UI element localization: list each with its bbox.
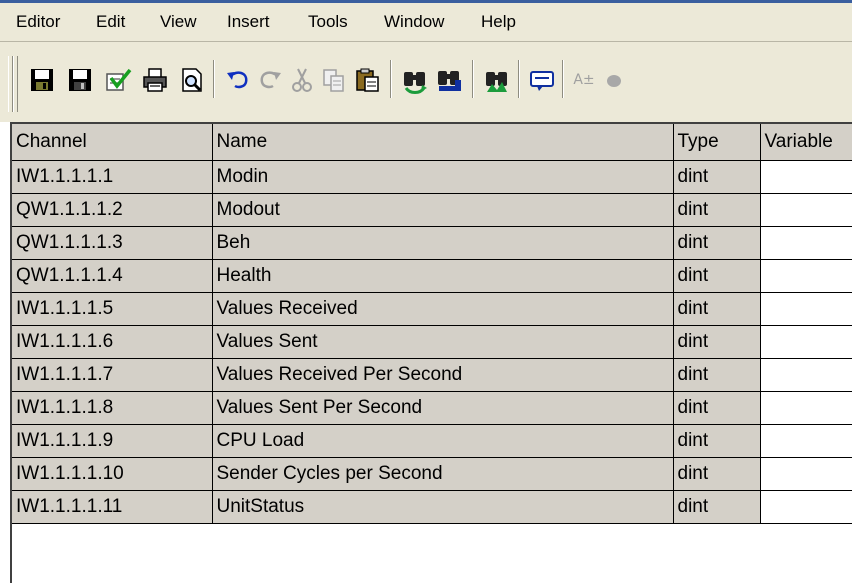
type-cell[interactable]: dint [673, 457, 761, 491]
type-cell[interactable]: dint [673, 292, 761, 326]
column-header-channel[interactable]: Channel [12, 124, 213, 161]
name-cell[interactable]: CPU Load [212, 424, 674, 458]
type-cell[interactable]: dint [673, 193, 761, 227]
table-row[interactable]: IW1.1.1.1.1 Modin dint [12, 160, 852, 194]
name-cell[interactable]: Values Received [212, 292, 674, 326]
variable-cell[interactable] [760, 160, 852, 194]
table-row[interactable]: IW1.1.1.1.9 CPU Load dint [12, 424, 852, 458]
channel-cell[interactable]: IW1.1.1.1.7 [12, 358, 213, 392]
menu-help[interactable]: Help [481, 11, 516, 33]
menu-window[interactable]: Window [384, 11, 444, 33]
redo-icon[interactable] [254, 64, 286, 96]
find-icon[interactable] [399, 64, 431, 96]
name-cell[interactable]: UnitStatus [212, 490, 674, 524]
name-cell[interactable]: Health [212, 259, 674, 293]
menu-editor[interactable]: Editor [16, 11, 60, 33]
channel-cell[interactable]: QW1.1.1.1.3 [12, 226, 213, 260]
channel-cell[interactable]: IW1.1.1.1.6 [12, 325, 213, 359]
type-cell[interactable]: dint [673, 259, 761, 293]
bullet-icon[interactable] [598, 64, 630, 96]
undo-icon[interactable] [222, 64, 254, 96]
channel-cell[interactable]: QW1.1.1.1.4 [12, 259, 213, 293]
variable-cell[interactable] [760, 226, 852, 260]
type-cell[interactable]: dint [673, 226, 761, 260]
table-row[interactable]: QW1.1.1.1.3 Beh dint [12, 226, 852, 260]
channel-cell[interactable]: IW1.1.1.1.8 [12, 391, 213, 425]
text-format-icon[interactable]: A± [568, 64, 600, 96]
name-cell[interactable]: Modin [212, 160, 674, 194]
paste-icon[interactable] [352, 64, 384, 96]
menu-view[interactable]: View [160, 11, 197, 33]
toolbar-separator [518, 60, 520, 98]
find-next-icon[interactable] [481, 64, 513, 96]
type-cell[interactable]: dint [673, 325, 761, 359]
name-cell[interactable]: Values Sent [212, 325, 674, 359]
channel-cell[interactable]: IW1.1.1.1.5 [12, 292, 213, 326]
toolbar-separator [390, 60, 392, 98]
variable-cell[interactable] [760, 193, 852, 227]
name-cell[interactable]: Values Sent Per Second [212, 391, 674, 425]
table-row[interactable]: IW1.1.1.1.5 Values Received dint [12, 292, 852, 326]
variable-cell[interactable] [760, 292, 852, 326]
column-header-type[interactable]: Type [673, 124, 761, 161]
channel-table: Channel Name Type Variable IW1.1.1.1.1 Mo… [12, 124, 852, 524]
channel-cell[interactable]: QW1.1.1.1.2 [12, 193, 213, 227]
toolbar-separator [472, 60, 474, 98]
comment-icon[interactable] [526, 64, 558, 96]
variable-cell[interactable] [760, 457, 852, 491]
channel-cell[interactable]: IW1.1.1.1.1 [12, 160, 213, 194]
table-row[interactable]: IW1.1.1.1.10 Sender Cycles per Second dint [12, 457, 852, 491]
column-header-variable[interactable]: Variable [760, 124, 852, 161]
toolbar: A± [0, 42, 852, 122]
toolbar-grip[interactable] [13, 56, 18, 112]
column-header-name[interactable]: Name [212, 124, 674, 161]
channel-cell[interactable]: IW1.1.1.1.11 [12, 490, 213, 524]
save-icon[interactable] [64, 64, 96, 96]
toolbar-separator [562, 60, 564, 98]
variable-cell[interactable] [760, 358, 852, 392]
table-row[interactable]: IW1.1.1.1.8 Values Sent Per Second dint [12, 391, 852, 425]
menu-bar: Editor Edit View Insert Tools Window Hel… [0, 3, 852, 42]
channel-cell[interactable]: IW1.1.1.1.9 [12, 424, 213, 458]
table-row[interactable]: IW1.1.1.1.7 Values Received Per Second din… [12, 358, 852, 392]
check-icon[interactable] [102, 64, 134, 96]
print-preview-icon[interactable] [176, 64, 208, 96]
name-cell[interactable]: Beh [212, 226, 674, 260]
channel-cell[interactable]: IW1.1.1.1.10 [12, 457, 213, 491]
variable-cell[interactable] [760, 325, 852, 359]
print-icon[interactable] [139, 64, 171, 96]
save-as-icon[interactable] [26, 64, 58, 96]
type-cell[interactable]: dint [673, 391, 761, 425]
cut-icon[interactable] [286, 64, 318, 96]
table-row[interactable]: QW1.1.1.1.4 Health dint [12, 259, 852, 293]
copy-icon[interactable] [318, 64, 350, 96]
variable-cell[interactable] [760, 424, 852, 458]
name-cell[interactable]: Sender Cycles per Second [212, 457, 674, 491]
name-cell[interactable]: Values Received Per Second [212, 358, 674, 392]
menu-tools[interactable]: Tools [308, 11, 348, 33]
type-cell[interactable]: dint [673, 424, 761, 458]
find-replace-icon[interactable] [434, 64, 466, 96]
table-header-row: Channel Name Type Variable [12, 124, 852, 161]
toolbar-separator [213, 60, 215, 98]
menu-edit[interactable]: Edit [96, 11, 125, 33]
table-row[interactable]: IW1.1.1.1.6 Values Sent dint [12, 325, 852, 359]
type-cell[interactable]: dint [673, 160, 761, 194]
type-cell[interactable]: dint [673, 490, 761, 524]
table-row[interactable]: IW1.1.1.1.11 UnitStatus dint [12, 490, 852, 524]
menu-insert[interactable]: Insert [227, 11, 270, 33]
variable-cell[interactable] [760, 259, 852, 293]
type-cell[interactable]: dint [673, 358, 761, 392]
io-channel-grid: Channel Name Type Variable IW1.1.1.1.1 Mo… [10, 122, 852, 583]
variable-cell[interactable] [760, 490, 852, 524]
variable-cell[interactable] [760, 391, 852, 425]
name-cell[interactable]: Modout [212, 193, 674, 227]
table-row[interactable]: QW1.1.1.1.2 Modout dint [12, 193, 852, 227]
